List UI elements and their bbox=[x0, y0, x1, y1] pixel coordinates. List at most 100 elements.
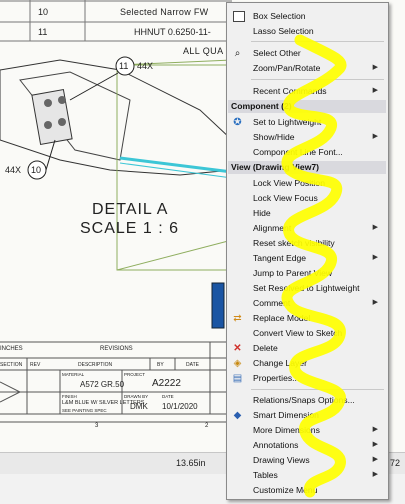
detail-scale: SCALE 1 : 6 bbox=[80, 220, 180, 237]
menu-section-header-view: View (Drawing View7) bbox=[228, 161, 386, 174]
submenu-arrow-icon: ▶ bbox=[372, 133, 378, 140]
smart-dimension-icon: ◆ bbox=[233, 410, 242, 421]
balloon-number: 10 bbox=[31, 165, 42, 175]
submenu-arrow-icon: ▶ bbox=[372, 456, 378, 463]
bom-note: ALL QUA bbox=[183, 46, 224, 56]
menu-item-more-dimensions[interactable]: More Dimensions ▶ bbox=[227, 423, 386, 438]
submenu-arrow-icon: ▶ bbox=[372, 441, 378, 448]
menu-item-reset-sketch-visibility[interactable]: Reset sketch visibility bbox=[227, 236, 386, 251]
title-block-col-section: SECTION bbox=[0, 362, 23, 368]
menu-item-tables[interactable]: Tables ▶ bbox=[227, 468, 386, 483]
menu-item-box-selection[interactable]: Box Selection bbox=[227, 9, 386, 24]
menu-item-label: Box Selection bbox=[253, 11, 306, 21]
detail-title: DETAIL A bbox=[92, 201, 169, 218]
date-label: DATE bbox=[162, 394, 174, 399]
menu-item-select-other[interactable]: ⌕ Select Other bbox=[227, 46, 386, 61]
zone-label: 3 bbox=[95, 423, 99, 429]
zone-label: 2 bbox=[205, 423, 209, 429]
lightweight-icon: ✪ bbox=[233, 117, 242, 128]
finish-value-2: SEE PAINTING SPEC bbox=[62, 408, 107, 413]
context-menu: Box Selection Lasso Selection ⌕ Select O… bbox=[226, 2, 389, 500]
select-other-icon: ⌕ bbox=[234, 48, 241, 59]
bom-row-desc: Selected Narrow FW bbox=[120, 7, 209, 17]
menu-item-customize-menu[interactable]: Customize Menu bbox=[227, 483, 386, 498]
menu-item-replace-model[interactable]: ⇄ Replace Model bbox=[227, 311, 386, 326]
material-label: MATERIAL bbox=[62, 372, 85, 377]
menu-separator bbox=[251, 79, 384, 80]
status-measurement: 13.65in bbox=[176, 458, 206, 468]
bom-row-desc: HHNUT 0.6250-11- bbox=[134, 27, 211, 37]
menu-item-lasso-selection[interactable]: Lasso Selection bbox=[227, 24, 386, 39]
menu-item-label: Properties... bbox=[253, 373, 300, 383]
submenu-arrow-icon: ▶ bbox=[372, 471, 378, 478]
menu-item-label: Drawing Views bbox=[253, 455, 310, 465]
menu-item-set-lightweight[interactable]: ✪ Set to Lightweight bbox=[227, 115, 386, 130]
change-layer-icon: ◈ bbox=[233, 358, 242, 369]
menu-item-recent-commands[interactable]: Recent Commands ▶ bbox=[227, 84, 386, 99]
menu-item-lock-view-focus[interactable]: Lock View Focus bbox=[227, 191, 386, 206]
menu-section-header-component: Component (2) bbox=[228, 100, 386, 113]
submenu-arrow-icon: ▶ bbox=[372, 64, 378, 71]
submenu-arrow-icon: ▶ bbox=[372, 254, 378, 261]
menu-item-label: Show/Hide bbox=[253, 132, 295, 142]
menu-item-label: Reset sketch visibility bbox=[253, 238, 335, 248]
replace-model-icon: ⇄ bbox=[233, 313, 242, 324]
drawn-by-value: DMK bbox=[130, 402, 148, 411]
section-header-label: View (Drawing View7) bbox=[231, 162, 320, 172]
balloon-quantity: 44X bbox=[137, 61, 154, 71]
bom-row-num: 10 bbox=[38, 7, 49, 17]
drawn-by-label: DRAWN BY bbox=[124, 394, 149, 399]
menu-item-lock-view-position[interactable]: Lock View Position bbox=[227, 176, 386, 191]
title-block-col-by: BY bbox=[157, 362, 164, 368]
menu-item-label: Convert View to Sketch bbox=[253, 328, 343, 338]
menu-item-label: Alignment bbox=[253, 223, 292, 233]
menu-item-zoom-pan-rotate[interactable]: Zoom/Pan/Rotate ▶ bbox=[227, 61, 386, 76]
menu-item-annotations[interactable]: Annotations ▶ bbox=[227, 438, 386, 453]
menu-separator bbox=[251, 389, 384, 390]
box-selection-icon bbox=[233, 11, 245, 22]
menu-item-alignment[interactable]: Alignment ▶ bbox=[227, 221, 386, 236]
menu-item-label: Recent Commands bbox=[253, 86, 327, 96]
submenu-arrow-icon: ▶ bbox=[372, 224, 378, 231]
menu-item-comment[interactable]: Comment ▶ bbox=[227, 296, 386, 311]
menu-item-label: Change Layer bbox=[253, 358, 307, 368]
delete-icon: ✕ bbox=[233, 343, 242, 354]
project-label: PROJECT bbox=[124, 372, 146, 377]
menu-item-relations-snaps[interactable]: Relations/Snaps Options... bbox=[227, 393, 386, 408]
menu-item-label: Jump to Parent View bbox=[253, 268, 333, 278]
menu-item-change-layer[interactable]: ◈ Change Layer bbox=[227, 356, 386, 371]
menu-item-jump-to-parent-view[interactable]: Jump to Parent View bbox=[227, 266, 386, 281]
menu-item-label: Customize Menu bbox=[253, 485, 318, 495]
status-secondary-value: 72 bbox=[390, 458, 401, 468]
section-header-label: Component (2) bbox=[231, 101, 292, 111]
menu-item-label: More Dimensions bbox=[253, 425, 320, 435]
title-block-col-rev: REV bbox=[30, 362, 41, 368]
menu-item-drawing-views[interactable]: Drawing Views ▶ bbox=[227, 453, 386, 468]
menu-item-label: Replace Model bbox=[253, 313, 311, 323]
menu-item-label: Tangent Edge bbox=[253, 253, 307, 263]
menu-separator bbox=[251, 41, 384, 42]
menu-item-label: Hide bbox=[253, 208, 271, 218]
menu-item-label: Component Line Font... bbox=[253, 147, 343, 157]
menu-item-label: Lock View Position bbox=[253, 178, 325, 188]
menu-item-tangent-edge[interactable]: Tangent Edge ▶ bbox=[227, 251, 386, 266]
menu-item-component-line-font[interactable]: Component Line Font... bbox=[227, 145, 386, 160]
menu-item-convert-view-to-sketch[interactable]: Convert View to Sketch bbox=[227, 326, 386, 341]
menu-item-label: Zoom/Pan/Rotate bbox=[253, 63, 321, 73]
menu-item-hide[interactable]: Hide bbox=[227, 206, 386, 221]
menu-item-label: Annotations bbox=[253, 440, 299, 450]
properties-icon: ▤ bbox=[232, 373, 243, 384]
title-block-col-date: DATE bbox=[186, 362, 199, 368]
title-block-col-description: DESCRIPTION bbox=[78, 362, 113, 368]
menu-item-label: Tables bbox=[253, 470, 278, 480]
menu-item-delete[interactable]: ✕ Delete bbox=[227, 341, 386, 356]
menu-item-smart-dimension[interactable]: ◆ Smart Dimension bbox=[227, 408, 386, 423]
finish-label: FINISH bbox=[62, 394, 77, 399]
date-value: 10/1/2020 bbox=[162, 402, 198, 411]
menu-item-properties[interactable]: ▤ Properties... bbox=[227, 371, 386, 386]
menu-item-label: Comment bbox=[253, 298, 291, 308]
menu-item-label: Lasso Selection bbox=[253, 26, 314, 36]
menu-item-show-hide[interactable]: Show/Hide ▶ bbox=[227, 130, 386, 145]
menu-item-set-resolved-lightweight[interactable]: Set Resolved to Lightweight bbox=[227, 281, 386, 296]
menu-item-label: Select Other bbox=[253, 48, 301, 58]
